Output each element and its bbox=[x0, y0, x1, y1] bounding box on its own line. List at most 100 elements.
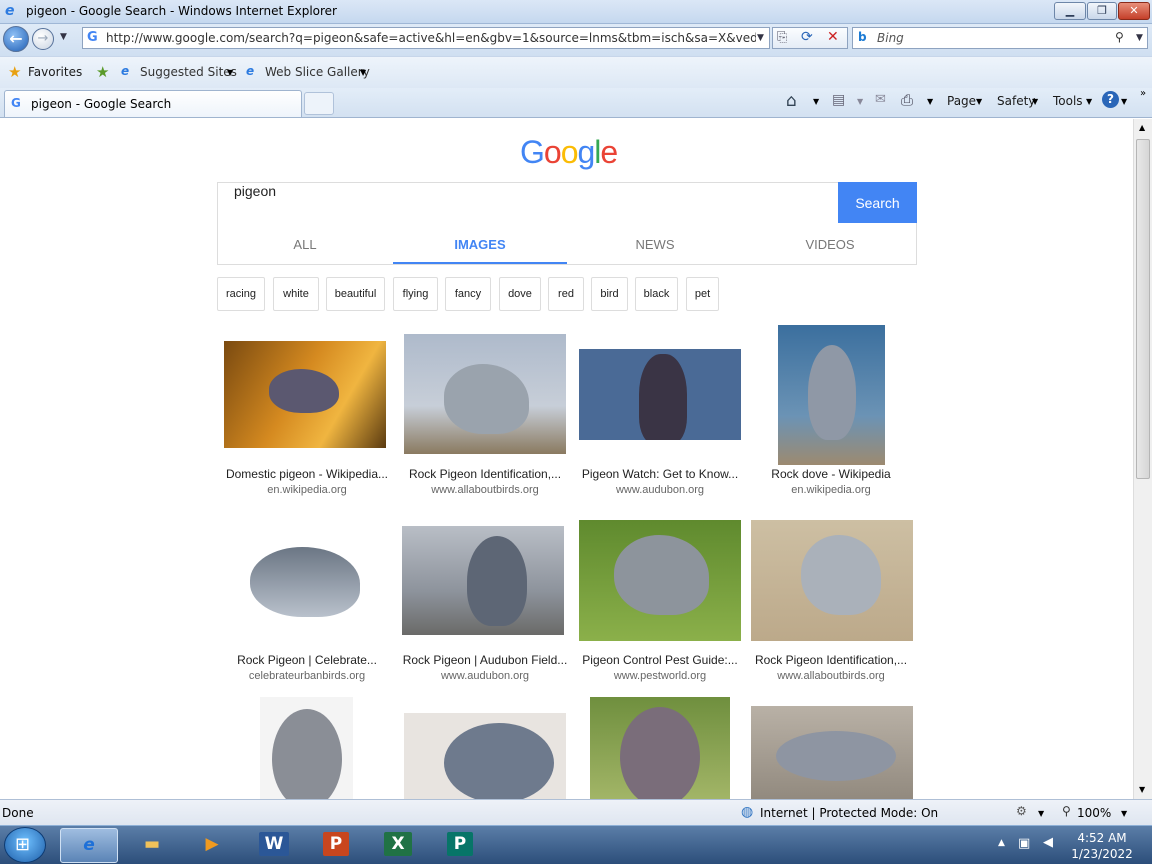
result-image[interactable] bbox=[240, 517, 370, 639]
result-image[interactable] bbox=[224, 341, 386, 448]
mail-icon[interactable]: ✉ bbox=[875, 92, 886, 107]
security-zone[interactable]: Internet | Protected Mode: On bbox=[760, 806, 938, 820]
vertical-scrollbar[interactable]: ▲ ▼ bbox=[1133, 119, 1152, 799]
result-image[interactable] bbox=[404, 713, 566, 799]
result-caption-block[interactable]: Pigeon Watch: Get to Know... www.audubon… bbox=[570, 467, 750, 496]
show-hidden-icons-icon[interactable]: ▲ bbox=[998, 838, 1005, 848]
zoom-level[interactable]: 100% bbox=[1077, 806, 1111, 820]
result-image[interactable] bbox=[590, 697, 730, 799]
system-clock[interactable]: 4:52 AM 1/23/2022 bbox=[1062, 830, 1142, 862]
suggested-dropdown-icon[interactable]: ▼ bbox=[227, 68, 233, 77]
volume-muted-icon[interactable]: ◀ bbox=[1043, 835, 1053, 850]
powerpoint-taskbar-icon[interactable]: P bbox=[310, 828, 362, 863]
result-title[interactable]: Pigeon Watch: Get to Know... bbox=[570, 467, 750, 481]
chip-pet[interactable]: pet bbox=[686, 277, 719, 311]
network-icon[interactable]: ▣ bbox=[1018, 836, 1030, 851]
webslice-dropdown-icon[interactable]: ▼ bbox=[360, 68, 366, 77]
address-bar[interactable]: G http://www.google.com/search?q=pigeon&… bbox=[82, 27, 770, 49]
result-caption-block[interactable]: Rock Pigeon Identification,... www.allab… bbox=[395, 467, 575, 496]
help-dropdown-icon[interactable]: ▼ bbox=[1121, 97, 1127, 106]
tab-all[interactable]: ALL bbox=[218, 237, 392, 252]
explorer-taskbar-icon[interactable]: ▬ bbox=[126, 828, 178, 863]
toolbar-more-icon[interactable]: » bbox=[1140, 88, 1146, 99]
result-image[interactable] bbox=[751, 706, 913, 799]
tab-videos[interactable]: VIDEOS bbox=[743, 237, 917, 252]
publisher-taskbar-icon[interactable]: P bbox=[434, 828, 486, 863]
result-image[interactable] bbox=[579, 520, 741, 641]
address-dropdown-icon[interactable]: ▼ bbox=[757, 33, 764, 43]
result-image[interactable] bbox=[778, 325, 885, 465]
tab-news[interactable]: NEWS bbox=[568, 237, 742, 252]
ie-taskbar-button[interactable]: e bbox=[60, 828, 118, 863]
search-field[interactable]: b Bing ⚲ ▼ bbox=[852, 27, 1148, 49]
recent-pages-dropdown-icon[interactable]: ▼ bbox=[60, 32, 67, 42]
search-options-icon[interactable]: ▼ bbox=[1136, 33, 1143, 43]
excel-taskbar-icon[interactable]: X bbox=[372, 828, 424, 863]
print-icon[interactable]: ⎙ bbox=[901, 91, 913, 109]
tab-images[interactable]: IMAGES bbox=[393, 237, 567, 264]
result-image[interactable] bbox=[404, 334, 566, 454]
web-slice-gallery-link[interactable]: Web Slice Gallery bbox=[265, 65, 370, 79]
scrollbar-thumb[interactable] bbox=[1136, 139, 1150, 479]
word-taskbar-icon[interactable]: W bbox=[248, 828, 300, 863]
result-title[interactable]: Domestic pigeon - Wikipedia... bbox=[217, 467, 397, 481]
feeds-dropdown-icon[interactable]: ▼ bbox=[857, 97, 863, 106]
chip-beautiful[interactable]: beautiful bbox=[326, 277, 385, 311]
chip-flying[interactable]: flying bbox=[393, 277, 438, 311]
chip-red[interactable]: red bbox=[548, 277, 584, 311]
feeds-icon[interactable]: ▤ bbox=[832, 92, 845, 108]
back-button[interactable]: ← bbox=[3, 26, 29, 52]
close-button[interactable]: ✕ bbox=[1118, 2, 1150, 20]
home-icon[interactable]: ⌂ bbox=[786, 91, 797, 111]
safety-menu[interactable]: Safety bbox=[997, 94, 1035, 108]
result-title[interactable]: Rock Pigeon Identification,... bbox=[741, 653, 921, 667]
result-caption-block[interactable]: Rock Pigeon Identification,... www.allab… bbox=[741, 653, 921, 682]
result-title[interactable]: Rock Pigeon | Celebrate... bbox=[217, 653, 397, 667]
home-dropdown-icon[interactable]: ▼ bbox=[813, 97, 819, 106]
chip-dove[interactable]: dove bbox=[499, 277, 541, 311]
page-dropdown-icon[interactable]: ▼ bbox=[976, 97, 982, 106]
chip-fancy[interactable]: fancy bbox=[445, 277, 491, 311]
help-icon[interactable]: ? bbox=[1102, 91, 1119, 108]
chip-racing[interactable]: racing bbox=[217, 277, 265, 311]
chip-bird[interactable]: bird bbox=[591, 277, 628, 311]
tools-menu[interactable]: Tools bbox=[1053, 94, 1083, 108]
zoom-dropdown-icon[interactable]: ▼ bbox=[1121, 809, 1127, 818]
scroll-up-icon[interactable]: ▲ bbox=[1139, 123, 1145, 132]
result-image[interactable] bbox=[260, 697, 353, 799]
result-title[interactable]: Rock Pigeon | Audubon Field... bbox=[395, 653, 575, 667]
favorites-button[interactable]: Favorites bbox=[28, 65, 82, 79]
print-dropdown-icon[interactable]: ▼ bbox=[927, 97, 933, 106]
result-image[interactable] bbox=[751, 520, 913, 641]
compatibility-view-icon[interactable]: ⎘ bbox=[777, 30, 787, 45]
scroll-down-icon[interactable]: ▼ bbox=[1139, 785, 1145, 794]
result-caption-block[interactable]: Domestic pigeon - Wikipedia... en.wikipe… bbox=[217, 467, 397, 496]
new-tab-button[interactable] bbox=[304, 92, 334, 115]
result-title[interactable]: Pigeon Control Pest Guide:... bbox=[570, 653, 750, 667]
result-caption-block[interactable]: Rock dove - Wikipedia en.wikipedia.org bbox=[741, 467, 921, 496]
suggested-sites-link[interactable]: Suggested Sites bbox=[140, 65, 237, 79]
start-button[interactable]: ⊞ bbox=[4, 827, 46, 863]
media-player-taskbar-icon[interactable]: ▶ bbox=[186, 828, 238, 863]
stop-icon[interactable]: ✕ bbox=[827, 29, 839, 45]
minimize-button[interactable]: ▁ bbox=[1054, 2, 1086, 20]
search-query[interactable]: pigeon bbox=[234, 183, 276, 199]
result-image[interactable] bbox=[402, 526, 564, 635]
google-logo[interactable]: Google bbox=[520, 134, 618, 171]
page-menu[interactable]: Page bbox=[947, 94, 976, 108]
chip-white[interactable]: white bbox=[273, 277, 319, 311]
search-icon[interactable]: ⚲ bbox=[1115, 30, 1124, 44]
zone-dropdown-icon[interactable]: ▼ bbox=[1038, 809, 1044, 818]
address-url[interactable]: http://www.google.com/search?q=pigeon&sa… bbox=[106, 31, 756, 45]
result-title[interactable]: Rock Pigeon Identification,... bbox=[395, 467, 575, 481]
tools-dropdown-icon[interactable]: ▼ bbox=[1086, 97, 1092, 106]
forward-button[interactable]: → bbox=[32, 28, 54, 50]
chip-black[interactable]: black bbox=[635, 277, 678, 311]
result-title[interactable]: Rock dove - Wikipedia bbox=[741, 467, 921, 481]
maximize-button[interactable]: ❐ bbox=[1087, 2, 1117, 20]
result-image[interactable] bbox=[579, 349, 741, 440]
tab-google-search[interactable]: G pigeon - Google Search bbox=[4, 90, 302, 117]
result-caption-block[interactable]: Pigeon Control Pest Guide:... www.pestwo… bbox=[570, 653, 750, 682]
search-button[interactable]: Search bbox=[838, 182, 917, 224]
add-favorites-icon[interactable]: ★ bbox=[96, 63, 109, 81]
